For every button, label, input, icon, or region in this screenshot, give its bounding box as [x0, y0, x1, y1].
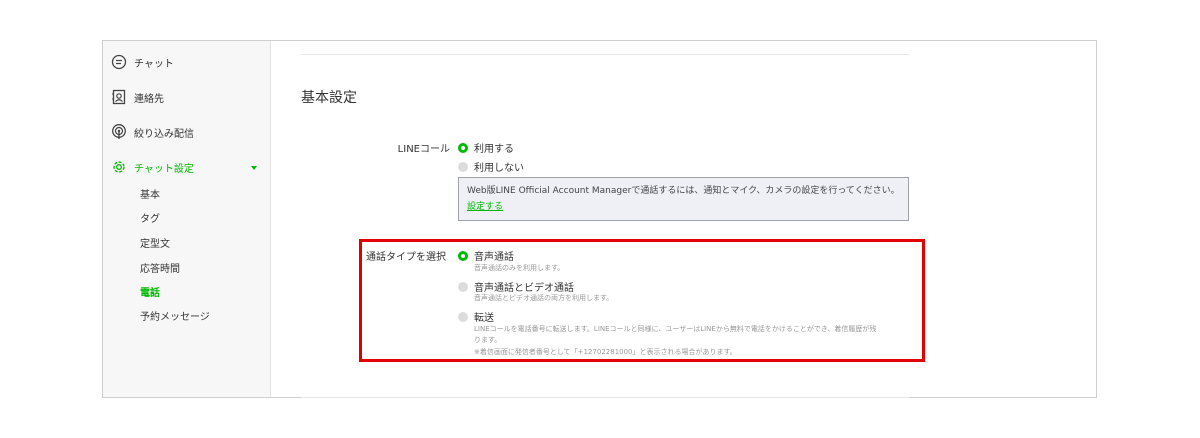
sidebar-item-broadcast[interactable]: 絞り込み配信: [111, 121, 194, 143]
radio-unselected[interactable]: [458, 161, 468, 172]
gear-icon: [111, 159, 127, 175]
sidebar-item-label: 絞り込み配信: [134, 128, 194, 140]
sidebar-subitem-templates[interactable]: 定型文: [140, 235, 170, 250]
broadcast-icon: [111, 124, 127, 140]
notice-text: Web版LINE Official Account Managerで通話するには…: [467, 186, 900, 196]
sidebar-item-label: チャット設定: [134, 163, 194, 175]
sidebar-item-label: チャット: [134, 58, 174, 70]
contacts-icon: [111, 89, 127, 105]
sidebar-subitem-scheduled-messages[interactable]: 予約メッセージ: [140, 308, 210, 323]
chat-bubble-icon: [111, 54, 127, 70]
line-call-label: LINEコール: [397, 144, 450, 155]
chevron-down-icon[interactable]: [251, 166, 257, 170]
sidebar-subitem-response-hours[interactable]: 応答時間: [140, 260, 180, 275]
line-call-option-not-use[interactable]: 利用しない: [458, 159, 524, 174]
line-call-option-use[interactable]: 利用する: [458, 140, 514, 155]
highlight-box: [359, 239, 925, 362]
option-label: 利用する: [474, 144, 514, 155]
option-label: 利用しない: [474, 163, 524, 174]
sidebar-item-chat[interactable]: チャット: [111, 51, 174, 73]
sidebar-subitem-basic[interactable]: 基本: [140, 186, 160, 201]
divider: [301, 54, 909, 55]
sidebar-item-contacts[interactable]: 連絡先: [111, 86, 164, 108]
notice-box: Web版LINE Official Account Managerで通話するには…: [458, 177, 909, 221]
divider: [301, 397, 909, 398]
sidebar-item-label: 連絡先: [134, 93, 164, 105]
sidebar-item-chat-settings[interactable]: チャット設定: [111, 156, 194, 178]
radio-selected[interactable]: [458, 142, 468, 153]
sidebar-subitem-tags[interactable]: タグ: [140, 210, 160, 225]
sidebar: チャット 連絡先 絞り込み配信 チャット設定 基本 タグ 定型文 応答時間 電話…: [103, 41, 271, 397]
sidebar-subitem-call[interactable]: 電話: [140, 284, 160, 299]
page-title: 基本設定: [301, 90, 357, 106]
settings-link[interactable]: 設定する: [467, 202, 503, 212]
